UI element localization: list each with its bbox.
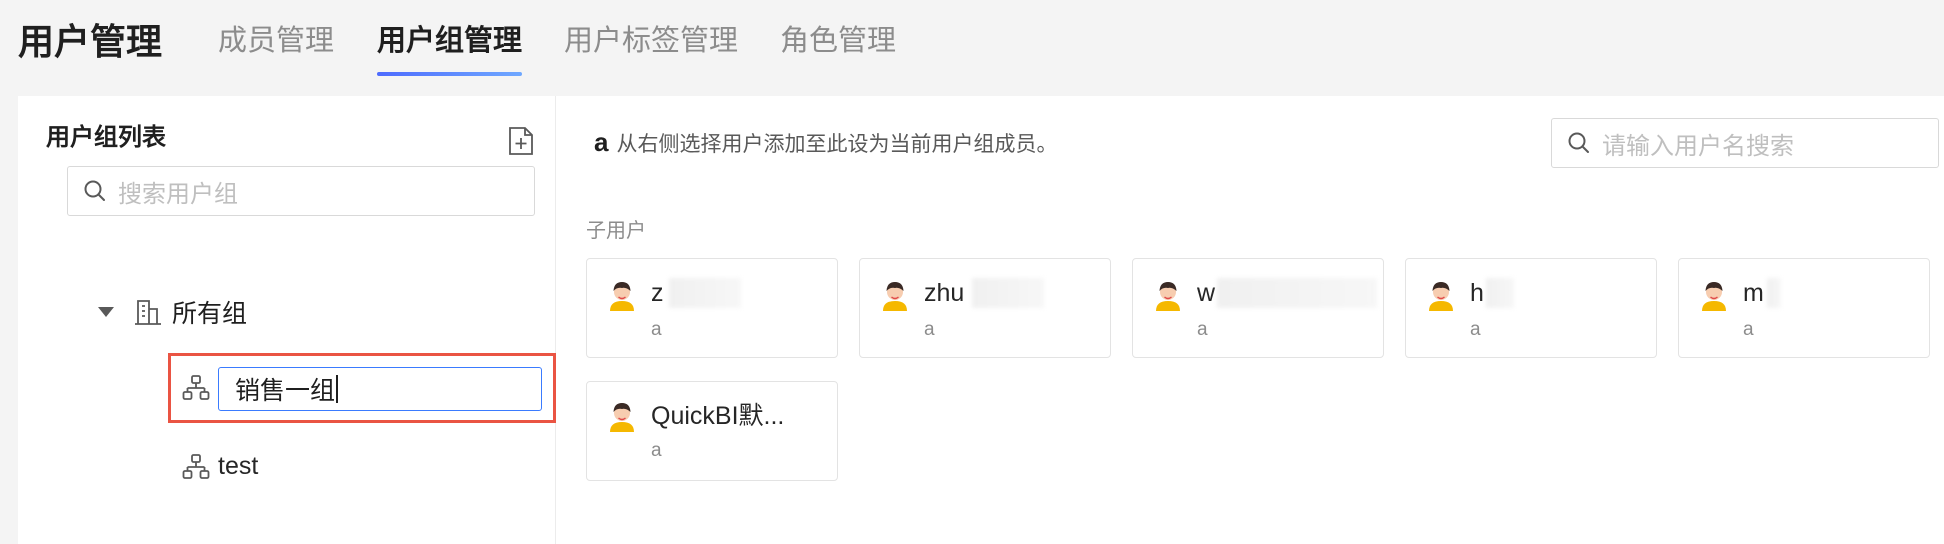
user-subtitle: a xyxy=(1743,319,1754,340)
org-chart-icon xyxy=(182,375,210,400)
group-hint: a 从右侧选择用户添加至此设为当前用户组成员。 xyxy=(594,124,1057,163)
user-subtitle: a xyxy=(651,440,662,461)
user-card[interactable]: m a xyxy=(1678,258,1930,358)
tab-member-management[interactable]: 成员管理 xyxy=(218,20,334,62)
tab-user-tag-management[interactable]: 用户标签管理 xyxy=(564,20,738,62)
user-search-input[interactable]: 请输入用户名搜索 xyxy=(1551,118,1939,168)
page-title: 用户管理 xyxy=(18,21,163,62)
redacted-name xyxy=(669,278,741,308)
user-select-panel: a 从右侧选择用户添加至此设为当前用户组成员。 请输入用户名搜索 子用户 z a xyxy=(556,96,1944,544)
user-name: h xyxy=(1470,279,1484,307)
group-rename-input[interactable]: 销售一组 xyxy=(218,367,542,411)
redacted-name xyxy=(1486,278,1514,308)
tree-root-all-groups[interactable]: 所有组 xyxy=(98,292,247,332)
user-avatar-icon xyxy=(883,282,907,311)
user-card[interactable]: QuickBI默... a xyxy=(586,381,838,481)
user-name: z xyxy=(651,279,664,307)
user-avatar-icon xyxy=(610,403,634,432)
user-group-list-panel: 用户组列表 搜索用户组 所有组 销售一组 test xyxy=(18,96,556,544)
tab-user-group-management[interactable]: 用户组管理 xyxy=(377,20,523,76)
user-name: w xyxy=(1197,279,1216,307)
redacted-name xyxy=(1767,278,1781,308)
user-avatar-icon xyxy=(1702,282,1726,311)
tab-label: 用户组管理 xyxy=(377,25,523,57)
user-card[interactable]: z a xyxy=(586,258,838,358)
user-card[interactable]: zhu a xyxy=(859,258,1111,358)
group-search-input[interactable]: 搜索用户组 xyxy=(67,166,535,216)
org-chart-icon xyxy=(182,453,210,479)
text-cursor xyxy=(336,375,339,403)
tree-root-label: 所有组 xyxy=(172,300,248,328)
tree-node-label: test xyxy=(218,452,259,480)
tree-node-icon-wrap xyxy=(182,374,210,402)
user-avatar-icon xyxy=(1156,282,1180,311)
search-icon xyxy=(1568,132,1589,153)
tab-role-management[interactable]: 角色管理 xyxy=(780,20,896,62)
hint-text: 从右侧选择用户添加至此设为当前用户组成员。 xyxy=(616,133,1058,156)
search-placeholder: 请输入用户名搜索 xyxy=(1602,132,1794,160)
user-card[interactable]: h a xyxy=(1405,258,1657,358)
user-subtitle: a xyxy=(924,319,935,340)
group-name-bold: a xyxy=(594,127,609,157)
user-subtitle: a xyxy=(1197,319,1208,340)
user-subtitle: a xyxy=(651,319,662,340)
main-panel: 用户组列表 搜索用户组 所有组 销售一组 test a 从右侧选择用户添加至此设… xyxy=(18,96,1944,544)
group-list-title: 用户组列表 xyxy=(46,124,166,151)
file-plus-icon[interactable] xyxy=(508,126,534,156)
user-avatar-icon xyxy=(610,282,634,311)
top-bar: 用户管理 成员管理 用户组管理 用户标签管理 角色管理 xyxy=(0,0,1944,96)
rename-input-value: 销售一组 xyxy=(235,377,336,405)
user-name: QuickBI默... xyxy=(651,402,785,430)
user-avatar-icon xyxy=(1429,282,1453,311)
search-icon xyxy=(84,180,105,201)
user-subtitle: a xyxy=(1470,319,1481,340)
redacted-name xyxy=(1217,278,1377,308)
user-name: zhu xyxy=(924,279,965,307)
sub-users-title: 子用户 xyxy=(586,220,646,242)
user-name: m xyxy=(1743,279,1764,307)
redacted-name xyxy=(972,278,1044,308)
caret-down-icon[interactable] xyxy=(98,307,114,317)
tree-node-test[interactable]: test xyxy=(182,452,258,481)
building-icon xyxy=(135,300,161,325)
active-tab-indicator xyxy=(377,72,523,76)
user-card[interactable]: w a xyxy=(1132,258,1384,358)
search-placeholder: 搜索用户组 xyxy=(118,180,238,208)
